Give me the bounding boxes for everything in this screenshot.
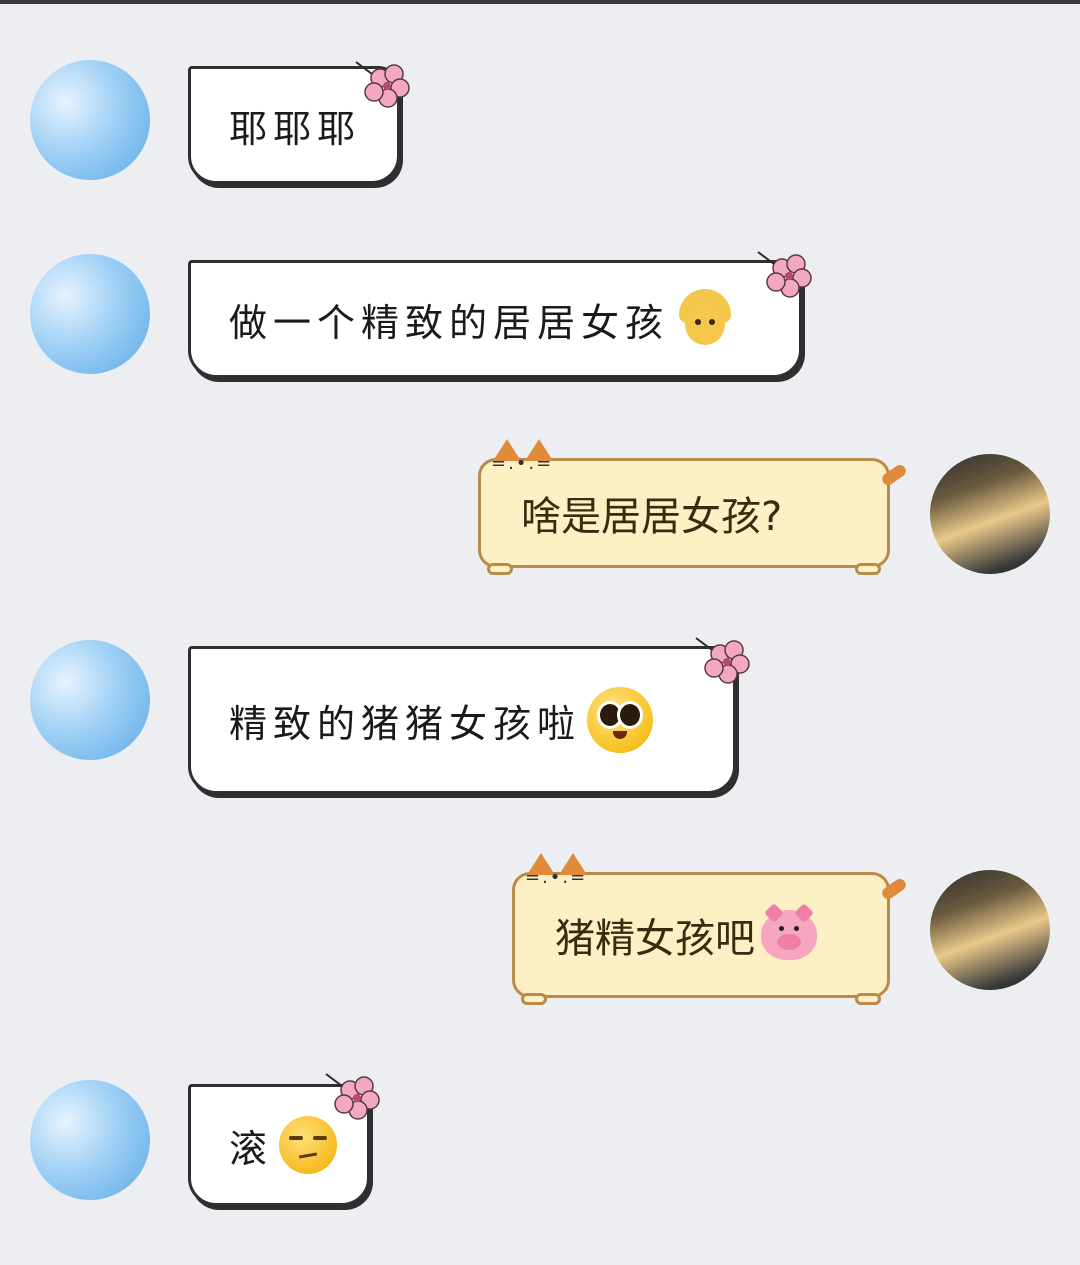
cat-tail-decoration: [879, 462, 909, 488]
cherry-blossom-icon: [757, 251, 812, 298]
contact-avatar[interactable]: [30, 1080, 150, 1200]
pig-face-emoji-icon: [761, 903, 817, 960]
pleading-face-emoji-icon: [587, 687, 654, 753]
message-row: 精致的猪猪女孩啦: [0, 637, 1080, 800]
message-row: 猪精女孩吧 =.•.=: [0, 853, 1080, 1006]
message-bubble[interactable]: 啥是居居女孩? =.•.=: [478, 439, 909, 575]
girl-emoji-icon: [675, 289, 735, 349]
cat-tail-decoration: [879, 876, 909, 902]
message-row: 做一个精致的居居女孩: [0, 251, 1080, 384]
cat-paw-decoration: [521, 993, 547, 1005]
cherry-blossom-icon: [695, 637, 750, 684]
cat-paw-decoration: [855, 563, 881, 575]
message-row: 耶耶耶: [0, 60, 1080, 190]
contact-avatar[interactable]: [30, 640, 150, 760]
message-text: 滚: [229, 1126, 274, 1171]
cherry-blossom-icon: [325, 1073, 380, 1120]
message-text: 精致的猪猪女孩啦: [229, 701, 582, 746]
message-text: 啥是居居女孩?: [521, 494, 783, 540]
contact-avatar[interactable]: [30, 254, 150, 374]
cat-paw-decoration: [855, 993, 881, 1005]
message-text: 做一个精致的居居女孩: [229, 300, 670, 345]
message-bubble[interactable]: 猪精女孩吧 =.•.=: [512, 853, 909, 1005]
message-text: 耶耶耶: [229, 106, 362, 151]
cat-face-decoration: =.•.=: [525, 867, 588, 888]
cherry-blossom-icon: [355, 61, 410, 108]
user-avatar[interactable]: [930, 454, 1050, 574]
cat-paw-decoration: [487, 563, 513, 575]
top-edge: [0, 0, 1080, 4]
message-bubble[interactable]: 精致的猪猪女孩啦: [188, 646, 736, 794]
message-text: 猪精女孩吧: [555, 916, 755, 962]
cat-face-decoration: =.•.=: [491, 453, 554, 474]
user-avatar[interactable]: [930, 870, 1050, 990]
message-bubble[interactable]: 做一个精致的居居女孩: [188, 260, 802, 378]
contact-avatar[interactable]: [30, 60, 150, 180]
message-row: 滚: [0, 1073, 1080, 1216]
message-row: 啥是居居女孩? =.•.=: [0, 439, 1080, 580]
